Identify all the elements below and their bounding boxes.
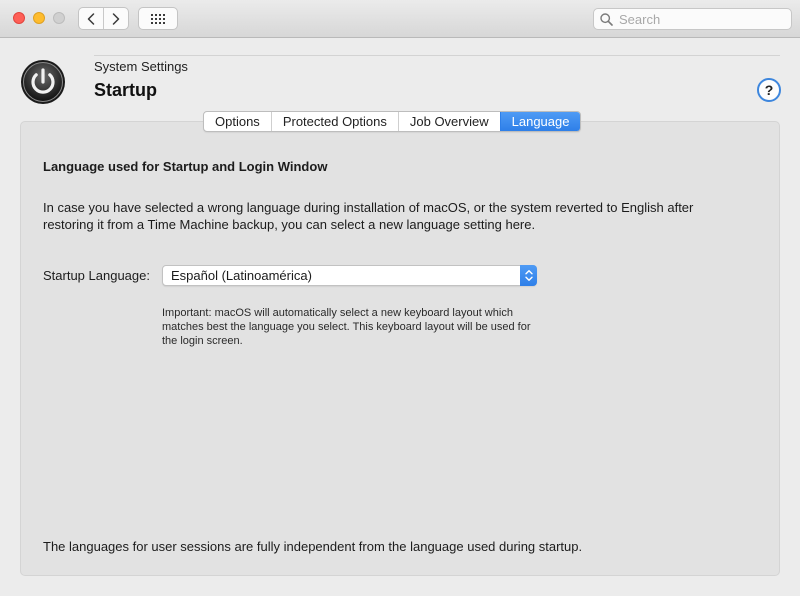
grid-icon (151, 13, 165, 24)
help-button[interactable]: ? (757, 78, 781, 102)
header-divider (94, 55, 780, 56)
close-window-button[interactable] (13, 12, 25, 24)
back-arrow-icon (87, 12, 95, 25)
startup-language-popup[interactable]: Español (Latinoamérica) (162, 265, 537, 286)
navigation-buttons (78, 7, 129, 30)
window-subtitle: System Settings (94, 59, 188, 74)
show-all-button[interactable] (138, 7, 178, 30)
content-panel (20, 121, 780, 576)
search-field[interactable] (593, 8, 792, 30)
startup-language-value: Español (Latinoamérica) (171, 268, 312, 283)
footer-note: The languages for user sessions are full… (43, 539, 583, 554)
page-title: Startup (94, 80, 157, 100)
tab-protected-options[interactable]: Protected Options (270, 112, 398, 131)
popup-arrows (520, 265, 537, 286)
tab-job-overview[interactable]: Job Overview (397, 112, 500, 131)
tab-bar: Options Protected Options Job Overview L… (203, 111, 582, 132)
power-icon (21, 60, 65, 104)
updown-chevron-icon (524, 270, 533, 281)
minimize-window-button[interactable] (33, 12, 45, 24)
zoom-window-button[interactable] (53, 12, 65, 24)
tab-options[interactable]: Options (204, 112, 271, 131)
search-icon (600, 12, 613, 26)
search-input[interactable] (619, 11, 779, 27)
startup-language-label: Startup Language: (43, 268, 150, 283)
forward-arrow-icon (112, 12, 120, 25)
intro-text: In case you have selected a wrong langua… (43, 200, 694, 232)
window-titlebar (0, 0, 800, 38)
keyboard-layout-note: Important: macOS will automatically sele… (162, 307, 531, 347)
tab-language[interactable]: Language (499, 112, 581, 131)
back-button[interactable] (79, 8, 103, 29)
section-heading: Language used for Startup and Login Wind… (43, 159, 328, 174)
forward-button[interactable] (103, 8, 128, 29)
